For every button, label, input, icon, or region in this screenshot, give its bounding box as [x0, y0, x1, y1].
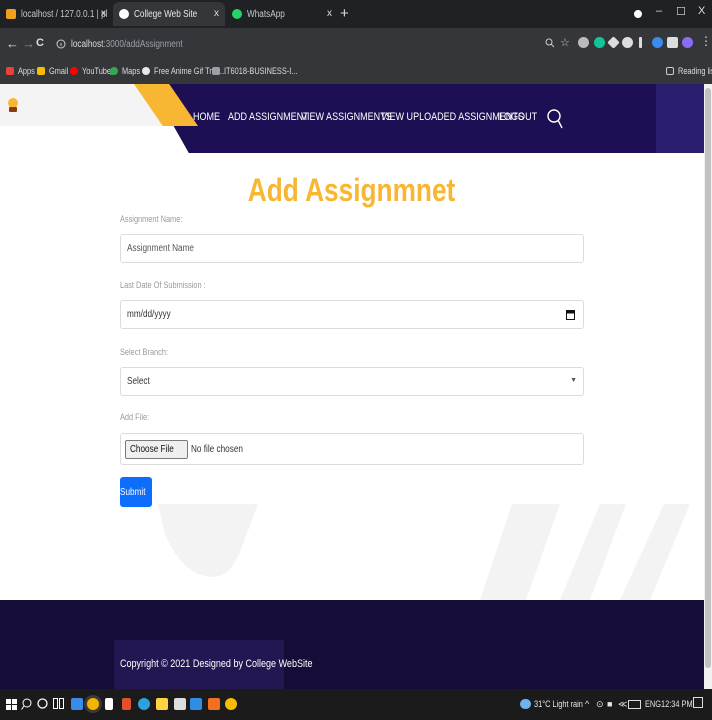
- maximize-button[interactable]: ☐: [676, 5, 686, 18]
- notification-icon[interactable]: [693, 697, 703, 708]
- site-footer: Copyright © 2021 Designed by College Web…: [0, 600, 704, 689]
- close-icon[interactable]: x: [327, 8, 332, 19]
- volume-icon[interactable]: ≪: [618, 699, 627, 710]
- profile-dot-icon[interactable]: [634, 10, 642, 18]
- gmail-icon: [37, 67, 45, 75]
- last-date-input[interactable]: mm/dd/yyyy: [120, 300, 584, 329]
- reload-button[interactable]: C: [36, 37, 44, 49]
- notes-icon[interactable]: [156, 698, 168, 710]
- bookmark-it6018[interactable]: IT6018-BUSINESS-I...: [212, 66, 314, 76]
- choose-file-button[interactable]: Choose File: [125, 439, 189, 459]
- tab-title: localhost / 127.0.0.1 | phpMyAdm: [21, 8, 107, 20]
- tab-college-website[interactable]: College Web Site x: [113, 2, 225, 26]
- tab-title: College Web Site: [134, 8, 198, 20]
- site-header: HOME ADD ASSIGNMENT VIEW ASSIGNMENTS VIE…: [0, 84, 704, 153]
- chevron-down-icon: ▼: [570, 377, 577, 384]
- decorative-shapes: [158, 504, 690, 600]
- browser-tab-strip: localhost / 127.0.0.1 | phpMyAdm x Colle…: [0, 0, 712, 28]
- url-path: :3000/addAssignment: [103, 38, 183, 50]
- select-branch-label: Select Branch:: [120, 347, 168, 357]
- store-icon[interactable]: [105, 698, 113, 710]
- bookmark-maps[interactable]: Maps: [110, 66, 144, 76]
- web-page: HOME ADD ASSIGNMENT VIEW ASSIGNMENTS VIE…: [0, 84, 704, 689]
- search-icon[interactable]: [546, 108, 564, 130]
- last-date-label: Last Date Of Submission :: [120, 280, 206, 290]
- close-icon[interactable]: x: [101, 8, 106, 19]
- nav-home[interactable]: HOME: [193, 111, 226, 123]
- copyright-text: Copyright © 2021 Designed by College Web…: [120, 658, 313, 670]
- extension-grammarly-icon[interactable]: [594, 37, 605, 48]
- tab-title: WhatsApp: [247, 8, 285, 20]
- extension-s-icon[interactable]: [622, 37, 633, 48]
- forward-button[interactable]: →: [22, 36, 35, 51]
- chrome-icon-2[interactable]: [225, 698, 237, 710]
- bookmark-star-icon[interactable]: ☆: [560, 36, 570, 49]
- xampp-icon[interactable]: [208, 698, 220, 710]
- edge-icon[interactable]: [138, 698, 150, 710]
- search-icon[interactable]: [21, 698, 32, 710]
- chrome-icon[interactable]: [87, 698, 99, 710]
- whatsapp-icon: [232, 9, 242, 19]
- terminal-icon[interactable]: [174, 698, 186, 710]
- branch-select[interactable]: Select ▼: [120, 367, 584, 396]
- windows-taskbar: 31°C Light rain ^ ⊙ ■ ≪ ENG 12:34 PM: [0, 689, 712, 720]
- vscode-icon[interactable]: [190, 698, 202, 710]
- g-icon: [142, 67, 150, 75]
- bookmarks-bar: Apps Gmail YouTube Maps Free Anime Gif T…: [0, 60, 712, 84]
- back-button[interactable]: ←: [6, 36, 19, 51]
- maps-pin-icon: [110, 67, 118, 75]
- url-field[interactable]: localhost:3000/addAssignment: [52, 32, 572, 56]
- weather-icon[interactable]: [520, 699, 531, 709]
- assignment-name-label: Assignment Name:: [120, 214, 183, 224]
- close-window-button[interactable]: X: [698, 5, 705, 17]
- info-icon: [56, 39, 66, 49]
- minimize-button[interactable]: –: [656, 5, 662, 17]
- address-bar-row: ← → C localhost:3000/addAssignment ☆ ⋮: [0, 28, 712, 60]
- youtube-icon: [70, 67, 78, 75]
- task-view-icon[interactable]: [53, 698, 64, 709]
- file-input: Choose File No file chosen: [120, 433, 584, 465]
- cortana-icon[interactable]: [37, 698, 48, 709]
- browser-menu-icon[interactable]: ⋮: [700, 34, 712, 48]
- tab-phpmyadmin[interactable]: localhost / 127.0.0.1 | phpMyAdm x: [0, 2, 112, 26]
- extension-diamond-icon[interactable]: [607, 36, 620, 49]
- extension-bar-icon[interactable]: [639, 37, 642, 48]
- file-status: No file chosen: [191, 443, 244, 455]
- keyboard-icon[interactable]: [628, 700, 641, 709]
- extension-color-icon[interactable]: [652, 37, 663, 48]
- bookmark-apps[interactable]: Apps: [6, 66, 39, 76]
- assignment-name-input[interactable]: Assignment Name: [120, 234, 584, 263]
- reading-list-icon: [666, 67, 674, 75]
- bookmark-gmail[interactable]: Gmail: [37, 66, 73, 76]
- close-icon[interactable]: x: [214, 8, 219, 19]
- phpmyadmin-icon: [6, 9, 16, 19]
- header-right-block: [656, 84, 704, 153]
- document-icon: [212, 67, 220, 75]
- file-explorer-icon[interactable]: [71, 698, 83, 710]
- extension-eyedropper-icon[interactable]: [578, 37, 589, 48]
- scrollbar-thumb[interactable]: [705, 88, 711, 668]
- office-icon[interactable]: [122, 698, 131, 710]
- college-logo-icon[interactable]: [7, 98, 19, 112]
- add-file-label: Add File:: [120, 412, 150, 422]
- profile-avatar-icon[interactable]: [682, 37, 693, 48]
- apps-grid-icon: [6, 67, 14, 75]
- tab-whatsapp[interactable]: WhatsApp x: [226, 2, 338, 26]
- page-title: Add Assignmnet: [248, 172, 456, 208]
- network-icon[interactable]: ⊙: [596, 699, 604, 710]
- new-tab-button[interactable]: +: [340, 5, 349, 22]
- reading-list[interactable]: Reading list: [666, 66, 712, 76]
- windows-start-icon[interactable]: [6, 699, 17, 710]
- extensions-puzzle-icon[interactable]: [667, 37, 678, 48]
- battery-icon[interactable]: ■: [607, 699, 612, 709]
- zoom-icon[interactable]: [545, 38, 555, 48]
- globe-icon: [119, 9, 129, 19]
- chevron-up-icon[interactable]: ^: [585, 699, 589, 709]
- nav-logout[interactable]: LOGOUT: [499, 111, 545, 123]
- url-host: localhost: [71, 38, 104, 50]
- submit-button[interactable]: Submit: [120, 477, 152, 507]
- page-scrollbar[interactable]: [704, 84, 712, 689]
- calendar-icon[interactable]: [566, 309, 575, 320]
